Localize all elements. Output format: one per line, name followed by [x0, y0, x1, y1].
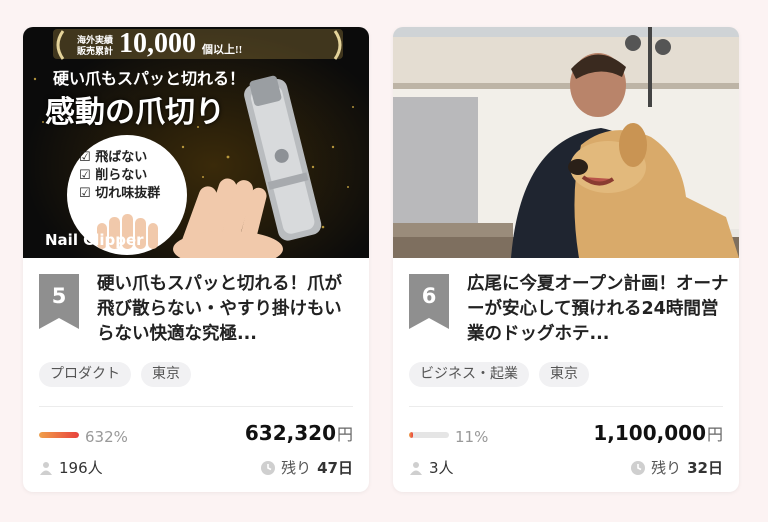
supporters-count: 196人 — [59, 459, 103, 477]
nail-clipper-banner — [33, 29, 354, 258]
tag-location[interactable]: 東京 — [141, 362, 191, 387]
dog-hotel-photo — [393, 27, 739, 258]
funded-amount-value: 632,320 — [244, 421, 336, 445]
currency-unit: 円 — [336, 425, 353, 444]
divider — [39, 406, 353, 407]
person-icon — [40, 461, 52, 475]
project-title[interactable]: 硬い爪もスパッと切れる！爪が飛び散らない・やすり掛けもいらない快適な究極... — [97, 272, 359, 347]
progress-bar — [409, 432, 449, 438]
clock-icon — [261, 460, 276, 475]
tag-list: ビジネス・起業 東京 — [409, 362, 589, 387]
currency-unit: 円 — [706, 425, 723, 444]
progress-percent: 632% — [85, 428, 128, 446]
banner-badge-suffix: 個以上!! — [202, 44, 243, 56]
clock-icon — [631, 460, 646, 475]
tag-list: プロダクト 東京 — [39, 362, 191, 387]
banner-check-item: ☑ 飛ばない — [79, 150, 148, 165]
banner-check-item: ☑ 切れ味抜群 — [79, 186, 161, 201]
supporters-count: 3人 — [429, 459, 454, 477]
banner-badge: 海外実績 販売累計 10,000 個以上!! — [77, 28, 243, 59]
project-thumbnail[interactable]: 海外実績 販売累計 10,000 個以上!! 硬い爪もスパッと切れる！ 感動の爪… — [23, 27, 369, 258]
banner-product-label: Nail Clipper — [45, 231, 144, 249]
progress-percent: 11% — [455, 428, 489, 446]
project-thumbnail[interactable] — [393, 27, 739, 258]
progress-bar-fill — [39, 432, 79, 438]
banner-badge-text: 販売累計 — [77, 46, 114, 56]
remaining-time: 残り 32日 — [631, 457, 723, 478]
banner-badge-text: 海外実績 — [77, 35, 114, 45]
banner-badge-number: 10,000 — [119, 28, 197, 59]
supporters: 3人 — [409, 457, 454, 478]
rank-badge: 5 — [39, 274, 79, 329]
project-title[interactable]: 広尾に今夏オープン計画！オーナーが安心して預けれる24時間営業のドッグホテ... — [467, 272, 729, 347]
project-card-5[interactable]: 海外実績 販売累計 10,000 個以上!! 硬い爪もスパッと切れる！ 感動の爪… — [23, 27, 369, 492]
progress-bar-fill — [409, 432, 414, 438]
tag-category[interactable]: ビジネス・起業 — [409, 362, 529, 387]
remaining-days: 47日 — [317, 459, 353, 477]
person-icon — [410, 461, 422, 475]
progress-bar — [39, 432, 79, 438]
remaining-prefix: 残り — [281, 459, 312, 477]
rank-badge: 6 — [409, 274, 449, 329]
remaining-prefix: 残り — [651, 459, 682, 477]
banner-checklist: ☑ 飛ばない ☑ 削らない ☑ 切れ味抜群 — [79, 149, 160, 203]
supporters: 196人 — [39, 457, 103, 478]
banner-headline-1: 硬い爪もスパッと切れる！ — [53, 69, 246, 88]
tag-location[interactable]: 東京 — [539, 362, 589, 387]
remaining-time: 残り 47日 — [261, 457, 353, 478]
divider — [409, 406, 723, 407]
tag-category[interactable]: プロダクト — [39, 362, 131, 387]
funded-amount: 1,100,000円 — [593, 421, 723, 445]
funded-amount: 632,320円 — [245, 421, 353, 445]
banner-check-item: ☑ 削らない — [79, 168, 148, 183]
remaining-days: 32日 — [687, 459, 723, 477]
funded-amount-value: 1,100,000 — [593, 421, 706, 445]
banner-headline-2: 感動の爪切り — [45, 95, 225, 130]
project-card-6[interactable]: 6 広尾に今夏オープン計画！オーナーが安心して預けれる24時間営業のドッグホテ.… — [393, 27, 739, 492]
